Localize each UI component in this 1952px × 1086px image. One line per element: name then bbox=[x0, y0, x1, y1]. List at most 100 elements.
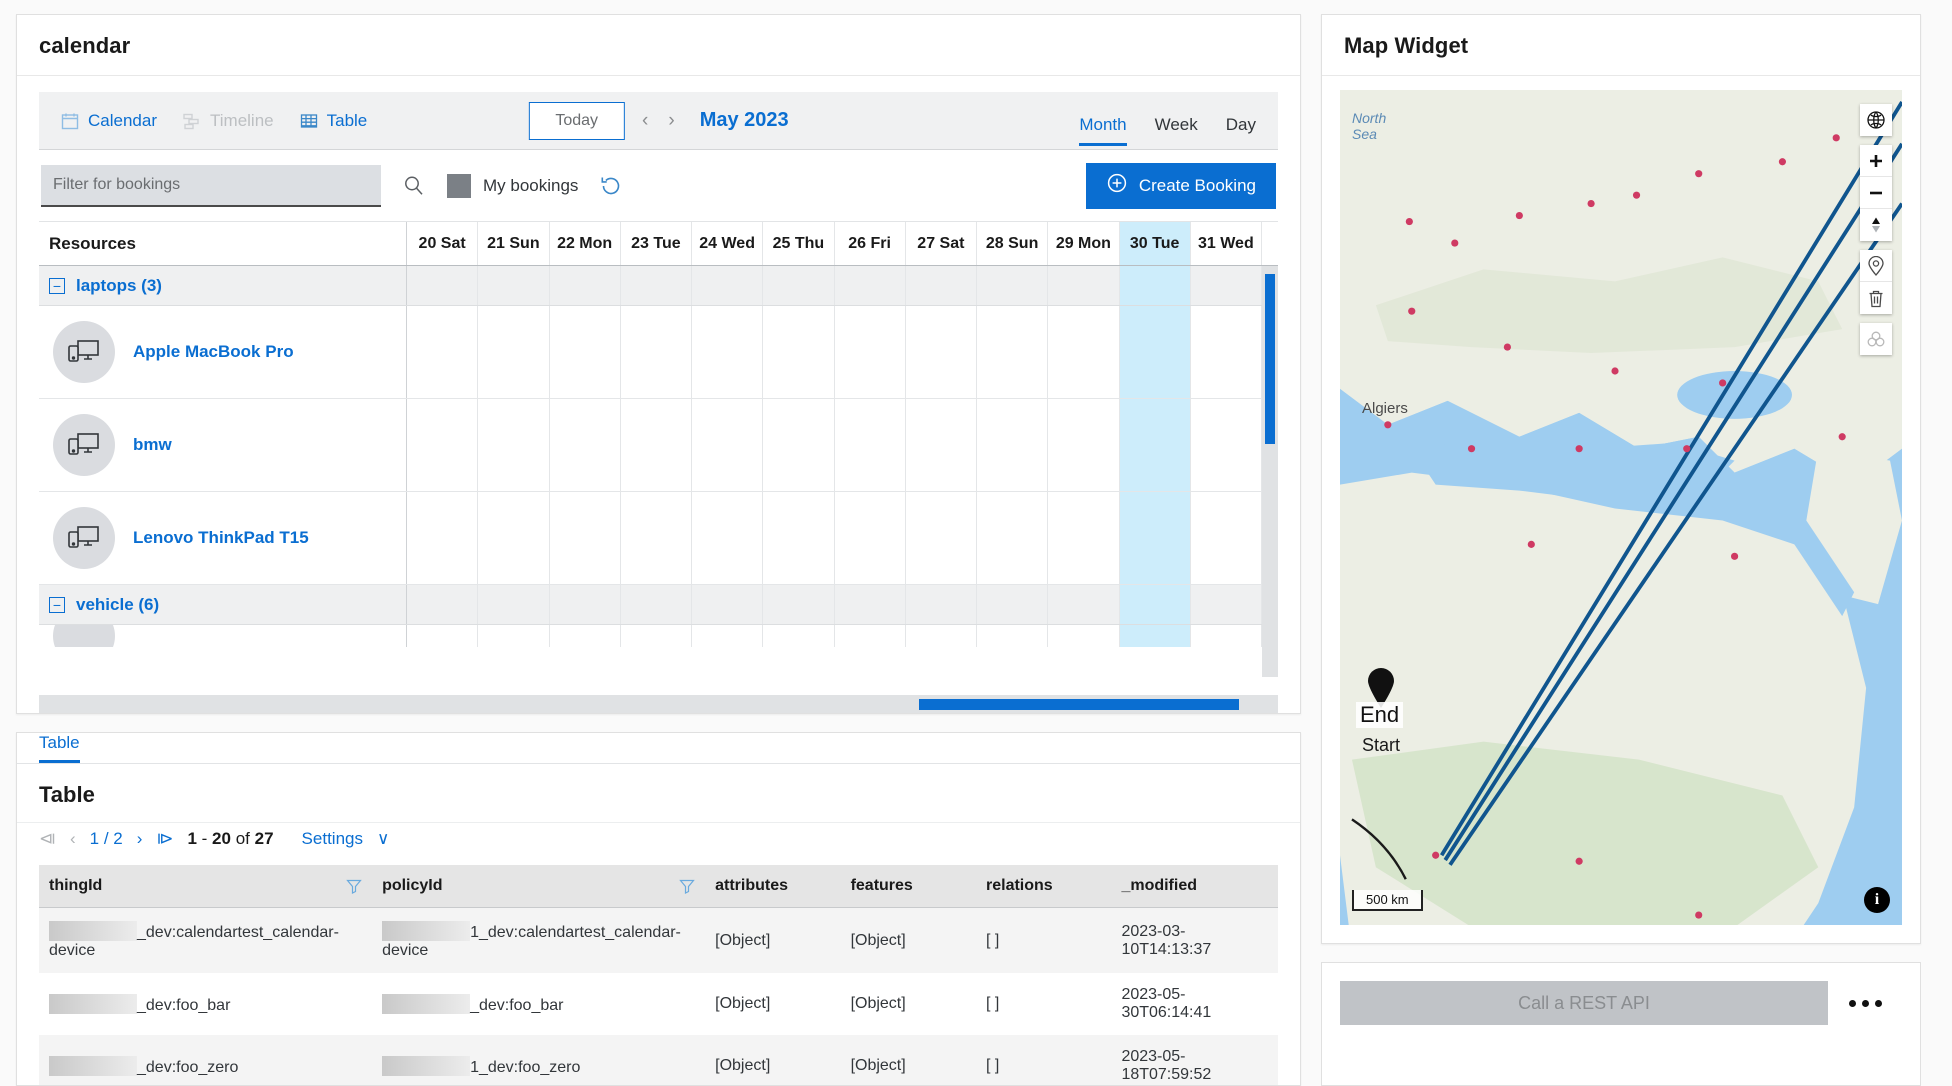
booking-cell[interactable] bbox=[906, 492, 977, 584]
cell-attributes[interactable]: [Object] bbox=[705, 973, 840, 1035]
booking-cell[interactable] bbox=[835, 625, 906, 647]
zoom-out-icon[interactable] bbox=[1860, 177, 1892, 209]
call-rest-api-button[interactable]: Call a REST API bbox=[1340, 981, 1828, 1025]
collapse-icon[interactable]: − bbox=[49, 278, 65, 294]
booking-cell[interactable] bbox=[1191, 306, 1262, 398]
booking-cell[interactable] bbox=[407, 306, 478, 398]
compass-icon[interactable] bbox=[1860, 209, 1892, 241]
booking-cell[interactable] bbox=[407, 399, 478, 491]
tab-table[interactable]: Table bbox=[39, 733, 80, 763]
cell-features[interactable]: [Object] bbox=[841, 908, 976, 974]
booking-cell[interactable] bbox=[977, 306, 1048, 398]
column-header-policyid[interactable]: policyId bbox=[372, 865, 705, 908]
my-bookings-filter[interactable]: My bookings bbox=[447, 174, 578, 198]
booking-cell-today[interactable] bbox=[1120, 625, 1191, 647]
booking-cell[interactable] bbox=[1191, 399, 1262, 491]
booking-cell[interactable] bbox=[906, 625, 977, 647]
chevron-down-icon[interactable]: ∨ bbox=[377, 829, 389, 849]
booking-cell[interactable] bbox=[550, 625, 621, 647]
column-header-thingid[interactable]: thingId bbox=[39, 865, 372, 908]
booking-cell[interactable] bbox=[621, 306, 692, 398]
globe-icon[interactable] bbox=[1860, 104, 1892, 136]
booking-cell[interactable] bbox=[906, 399, 977, 491]
cell-features[interactable]: [Object] bbox=[841, 1035, 976, 1086]
booking-cell[interactable] bbox=[977, 625, 1048, 647]
search-input[interactable] bbox=[41, 165, 381, 207]
settings-button[interactable]: Settings bbox=[302, 829, 363, 849]
booking-cell[interactable] bbox=[621, 399, 692, 491]
resource-cell[interactable]: Apple MacBook Pro bbox=[39, 306, 407, 398]
resource-group-vehicle[interactable]: − vehicle (6) bbox=[39, 585, 407, 624]
booking-cell[interactable] bbox=[478, 625, 549, 647]
booking-cell[interactable] bbox=[1048, 306, 1119, 398]
booking-cell[interactable] bbox=[692, 492, 763, 584]
booking-cell[interactable] bbox=[1191, 625, 1262, 647]
day-header[interactable]: 25 Thu bbox=[763, 222, 834, 265]
booking-cell[interactable] bbox=[550, 306, 621, 398]
booking-cell[interactable] bbox=[692, 399, 763, 491]
booking-cell-today[interactable] bbox=[1120, 306, 1191, 398]
day-header[interactable]: 28 Sun bbox=[977, 222, 1048, 265]
booking-cell[interactable] bbox=[407, 625, 478, 647]
booking-cell[interactable] bbox=[977, 399, 1048, 491]
day-header[interactable]: 31 Wed bbox=[1191, 222, 1262, 265]
delete-icon[interactable] bbox=[1860, 282, 1892, 314]
table-row[interactable]: _dev:calendartest_calendar-device 1_dev:… bbox=[39, 908, 1278, 974]
zoom-in-icon[interactable] bbox=[1860, 145, 1892, 177]
layers-icon[interactable] bbox=[1860, 323, 1892, 355]
resource-cell[interactable]: bmw bbox=[39, 399, 407, 491]
booking-cell[interactable] bbox=[478, 399, 549, 491]
booking-cell[interactable] bbox=[977, 492, 1048, 584]
booking-cell[interactable] bbox=[407, 492, 478, 584]
booking-cell[interactable] bbox=[906, 306, 977, 398]
booking-cell[interactable] bbox=[478, 492, 549, 584]
place-marker-icon[interactable] bbox=[1860, 250, 1892, 282]
day-header[interactable]: 27 Sat bbox=[906, 222, 977, 265]
booking-cell[interactable] bbox=[835, 399, 906, 491]
day-header[interactable]: 29 Mon bbox=[1048, 222, 1119, 265]
column-header-modified[interactable]: _modified bbox=[1111, 865, 1278, 908]
next-period-icon[interactable]: › bbox=[665, 111, 677, 130]
booking-cell[interactable] bbox=[1048, 492, 1119, 584]
day-header[interactable]: 20 Sat bbox=[407, 222, 478, 265]
prev-period-icon[interactable]: ‹ bbox=[639, 111, 651, 130]
scrollbar-thumb-horizontal[interactable] bbox=[919, 699, 1239, 710]
reset-icon[interactable] bbox=[598, 173, 624, 199]
prev-page-icon[interactable]: ‹ bbox=[70, 829, 76, 849]
booking-cell[interactable] bbox=[692, 625, 763, 647]
booking-cell[interactable] bbox=[550, 399, 621, 491]
booking-cell[interactable] bbox=[1048, 399, 1119, 491]
table-row[interactable]: _dev:foo_bar _dev:foo_bar [Object] [Obje… bbox=[39, 973, 1278, 1035]
view-tab-calendar[interactable]: Calendar bbox=[61, 111, 157, 131]
cell-features[interactable]: [Object] bbox=[841, 973, 976, 1035]
table-row[interactable]: _dev:foo_zero 1_dev:foo_zero [Object] [O… bbox=[39, 1035, 1278, 1086]
day-header[interactable]: 21 Sun bbox=[478, 222, 549, 265]
filter-icon[interactable] bbox=[346, 878, 362, 899]
cell-attributes[interactable]: [Object] bbox=[705, 1035, 840, 1086]
booking-cell[interactable] bbox=[763, 625, 834, 647]
booking-cell-today[interactable] bbox=[1120, 492, 1191, 584]
booking-cell[interactable] bbox=[835, 306, 906, 398]
resource-cell[interactable] bbox=[39, 625, 407, 647]
view-tab-timeline[interactable]: Timeline bbox=[183, 111, 274, 131]
last-page-icon[interactable]: ⧐ bbox=[156, 829, 173, 849]
day-header[interactable]: 24 Wed bbox=[692, 222, 763, 265]
day-header[interactable]: 22 Mon bbox=[550, 222, 621, 265]
map-canvas[interactable]: NorthSea Algiers Start End bbox=[1340, 90, 1902, 925]
day-header[interactable]: 23 Tue bbox=[621, 222, 692, 265]
overflow-menu-button[interactable] bbox=[1828, 981, 1902, 1025]
tab-week[interactable]: Week bbox=[1155, 115, 1198, 146]
column-header-features[interactable]: features bbox=[841, 865, 976, 908]
booking-cell[interactable] bbox=[621, 492, 692, 584]
booking-cell[interactable] bbox=[692, 306, 763, 398]
view-tab-table[interactable]: Table bbox=[300, 111, 368, 131]
map-info-icon[interactable]: i bbox=[1864, 887, 1890, 913]
collapse-icon[interactable]: − bbox=[49, 597, 65, 613]
filter-icon[interactable] bbox=[679, 878, 695, 899]
booking-cell[interactable] bbox=[763, 306, 834, 398]
tab-day[interactable]: Day bbox=[1226, 115, 1256, 146]
resource-group-laptops[interactable]: − laptops (3) bbox=[39, 266, 407, 305]
calendar-horizontal-scrollbar[interactable] bbox=[39, 695, 1278, 713]
today-button[interactable]: Today bbox=[528, 102, 625, 140]
day-header[interactable]: 26 Fri bbox=[835, 222, 906, 265]
